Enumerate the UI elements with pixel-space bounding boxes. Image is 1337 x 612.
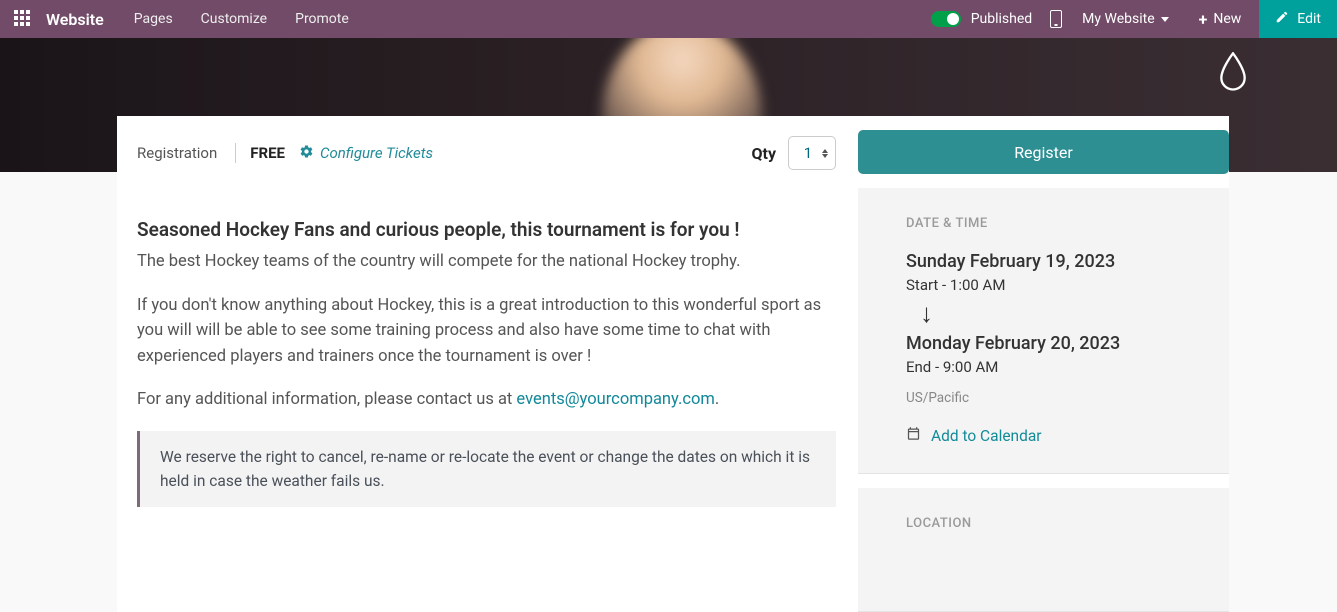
price-free: FREE: [250, 144, 285, 162]
gear-icon: [299, 144, 314, 163]
add-to-calendar-link[interactable]: Add to Calendar: [906, 426, 1201, 445]
menu-pages[interactable]: Pages: [134, 11, 173, 27]
qty-select[interactable]: 1: [788, 136, 836, 170]
configure-tickets-link[interactable]: Configure Tickets: [299, 144, 433, 163]
caret-down-icon: [822, 154, 828, 158]
theme-drop-icon[interactable]: [1219, 52, 1247, 92]
location-section: LOCATION: [858, 488, 1229, 612]
registration-row: Registration FREE Configure Tickets Qty …: [137, 136, 836, 184]
published-toggle[interactable]: [931, 11, 961, 27]
calendar-icon: [906, 426, 921, 445]
arrow-down-icon: ↓: [920, 298, 1201, 329]
my-website-dropdown[interactable]: My Website: [1082, 11, 1168, 27]
contact-paragraph: For any additional information, please c…: [137, 387, 836, 413]
published-label: Published: [971, 11, 1032, 27]
edit-button[interactable]: Edit: [1259, 0, 1337, 38]
date-time-heading: DATE & TIME: [906, 216, 1201, 231]
date-time-section: DATE & TIME Sunday February 19, 2023 Sta…: [858, 188, 1229, 474]
my-website-label: My Website: [1082, 11, 1154, 27]
page-container: Registration FREE Configure Tickets Qty …: [117, 116, 1229, 612]
timezone: US/Pacific: [906, 390, 1201, 406]
divider: [235, 143, 236, 163]
new-button[interactable]: + New: [1189, 0, 1252, 38]
top-bar-right: Published My Website + New Edit: [931, 0, 1337, 38]
menu-promote[interactable]: Promote: [295, 11, 349, 27]
add-to-calendar-label: Add to Calendar: [931, 427, 1042, 445]
edit-label: Edit: [1297, 11, 1321, 27]
location-heading: LOCATION: [906, 516, 1201, 531]
configure-tickets-label: Configure Tickets: [320, 144, 433, 162]
spinner-icons: [822, 149, 828, 158]
qty-wrap: Qty 1: [752, 136, 837, 170]
top-bar-left: Website Pages Customize Promote: [0, 10, 931, 29]
registration-label: Registration: [137, 144, 217, 162]
menu-customize[interactable]: Customize: [201, 11, 267, 27]
apps-grid-icon[interactable]: [14, 10, 32, 28]
qty-value: 1: [804, 144, 812, 162]
plus-icon: +: [1199, 10, 1208, 29]
register-button[interactable]: Register: [858, 130, 1229, 174]
top-bar: Website Pages Customize Promote Publishe…: [0, 0, 1337, 38]
end-date: Monday February 20, 2023: [906, 333, 1201, 354]
disclaimer-box: We reserve the right to cancel, re-name …: [137, 431, 836, 507]
start-time: Start - 1:00 AM: [906, 276, 1201, 294]
main-column: Registration FREE Configure Tickets Qty …: [117, 116, 858, 612]
mobile-preview-icon[interactable]: [1050, 10, 1062, 28]
intro-paragraph-2: If you don't know anything about Hockey,…: [137, 293, 836, 370]
chevron-down-icon: [1161, 17, 1169, 22]
contact-email-link[interactable]: events@yourcompany.com: [516, 390, 714, 409]
app-brand[interactable]: Website: [46, 10, 104, 29]
pencil-icon: [1275, 10, 1289, 28]
end-time: End - 9:00 AM: [906, 358, 1201, 376]
contact-post: .: [715, 390, 719, 409]
caret-up-icon: [822, 149, 828, 153]
new-label: New: [1213, 11, 1241, 27]
headline: Seasoned Hockey Fans and curious people,…: [137, 218, 836, 241]
qty-label: Qty: [752, 144, 777, 163]
intro-paragraph-1: The best Hockey teams of the country wil…: [137, 249, 836, 275]
sidebar: Register DATE & TIME Sunday February 19,…: [858, 116, 1229, 612]
start-date: Sunday February 19, 2023: [906, 251, 1201, 272]
contact-pre: For any additional information, please c…: [137, 390, 516, 409]
